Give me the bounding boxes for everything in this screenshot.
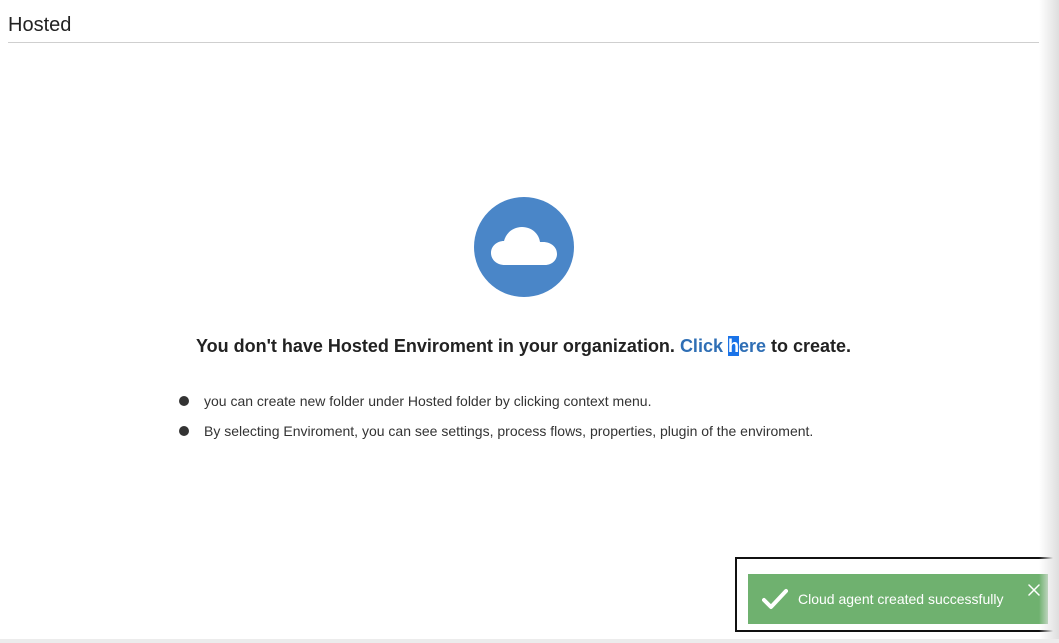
page-header: Hosted: [8, 12, 1039, 43]
success-toast: Cloud agent created successfully: [748, 574, 1048, 624]
page-title: Hosted: [8, 14, 72, 36]
hint-text: By selecting Enviroment, you can see set…: [204, 423, 814, 439]
hint-item: By selecting Enviroment, you can see set…: [178, 422, 813, 440]
cloud-badge: [473, 197, 574, 297]
hint-list: you can create new folder under Hosted f…: [178, 392, 813, 452]
cloud-icon: [490, 227, 557, 265]
create-environment-link[interactable]: Click here: [680, 336, 766, 356]
empty-message-suffix: to create.: [766, 336, 852, 356]
empty-message: You don't have Hosted Enviroment in your…: [0, 335, 1047, 357]
hint-text: you can create new folder under Hosted f…: [204, 393, 652, 409]
bullet-icon: [179, 426, 189, 436]
link-here-text: ere: [738, 336, 766, 356]
hint-item: you can create new folder under Hosted f…: [178, 392, 813, 410]
link-selected-letter: h: [727, 336, 739, 356]
scroll-edge: [1039, 0, 1059, 643]
bullet-icon: [179, 396, 189, 406]
link-click-text: Click: [679, 336, 728, 356]
toast-container: Cloud agent created successfully: [735, 557, 1056, 632]
bottom-edge: [0, 639, 1059, 643]
empty-message-text: You don't have Hosted Enviroment in your…: [195, 336, 680, 356]
check-icon: [762, 589, 788, 609]
hosted-page: Hosted You don't have Hosted Enviroment …: [0, 0, 1059, 643]
empty-state: You don't have Hosted Enviroment in your…: [0, 197, 1047, 357]
toast-message: Cloud agent created successfully: [798, 591, 1004, 607]
